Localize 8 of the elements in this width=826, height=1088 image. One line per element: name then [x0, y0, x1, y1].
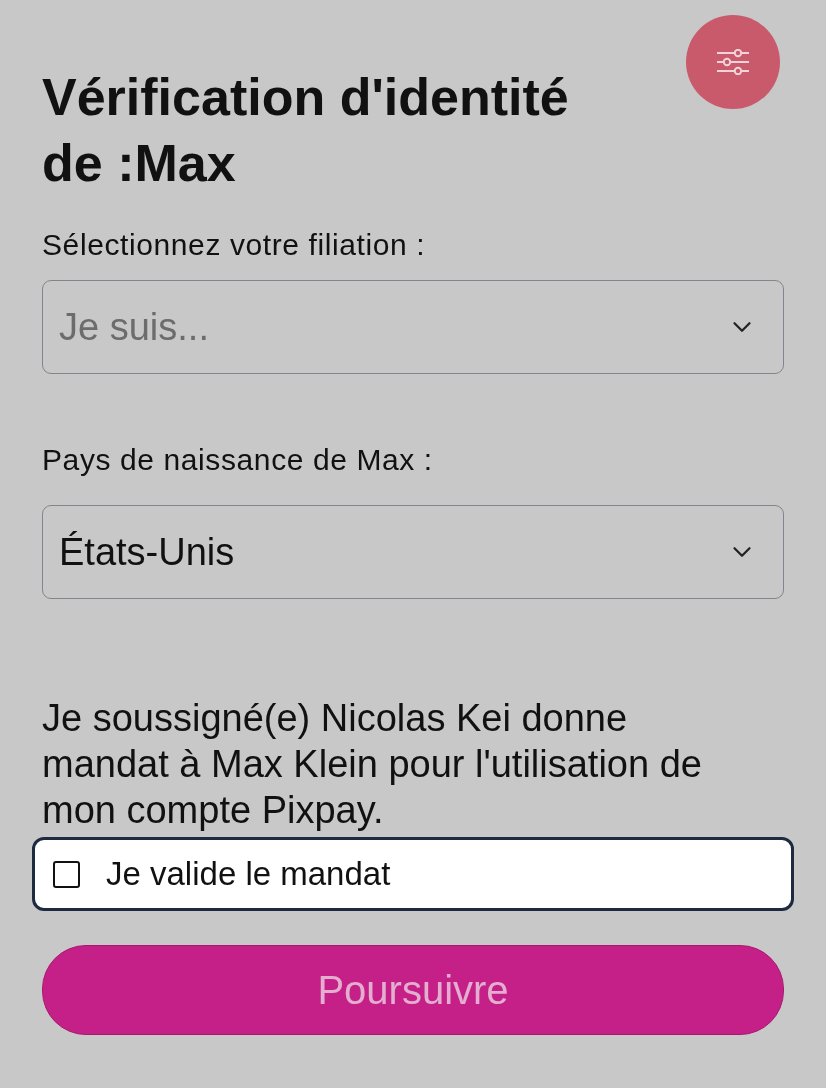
mandate-text: Je soussigné(e) Nicolas Kei donne mandat à Max Klein pour l'utilisation de mon compte Pixpay. — [42, 696, 703, 833]
select-field[interactable]: États-Unis — [42, 505, 784, 599]
page-title: Vérification d'identité de :Max — [42, 67, 570, 194]
checkbox[interactable] — [53, 860, 80, 888]
field-label: Sélectionnez votre filiation : — [42, 227, 427, 263]
sliders-icon — [716, 49, 750, 75]
mandate-checkbox-row[interactable]: Je valide le mandat — [32, 837, 794, 911]
field-label: Pays de naissance de Max : — [42, 442, 434, 478]
